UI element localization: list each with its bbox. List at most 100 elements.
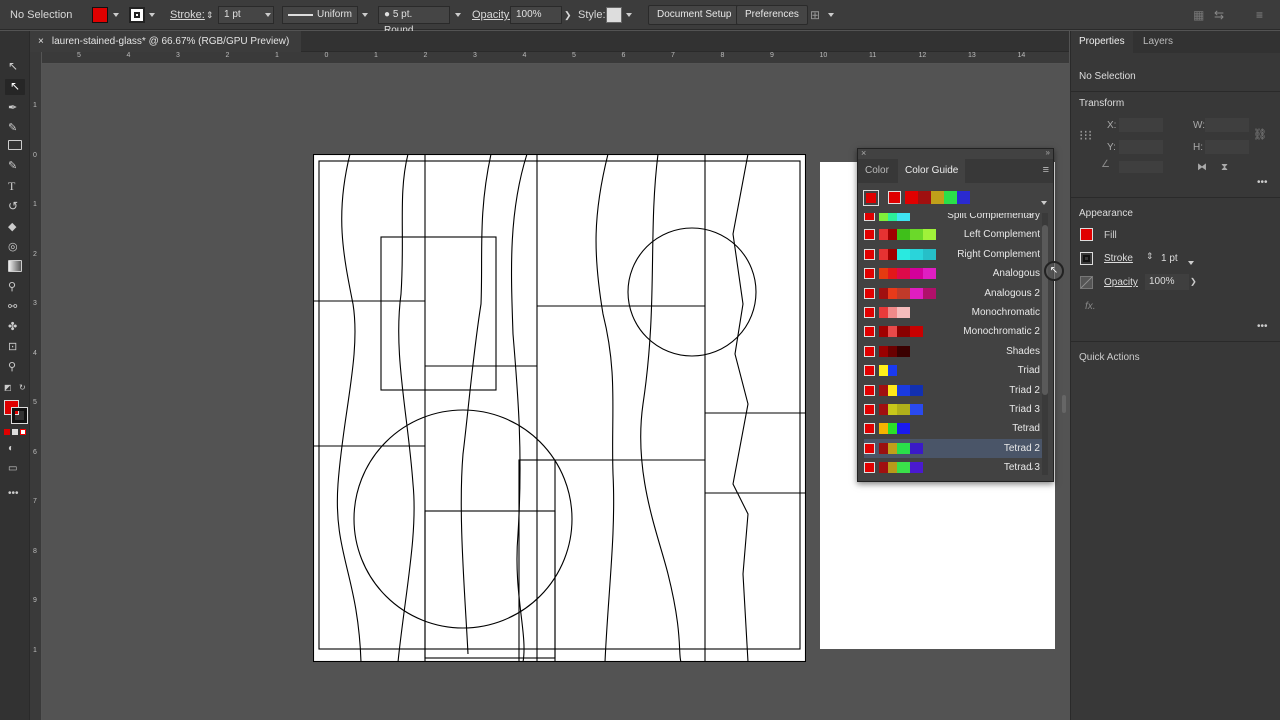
stroke-color-swatch[interactable] [1080,252,1093,265]
type-tool-icon[interactable]: T [8,179,22,193]
rotate-angle-icon[interactable]: ∠ [1101,159,1110,170]
draw-mode-icon[interactable]: ◐ [8,443,22,455]
workspace-icon[interactable]: ▦ [1193,0,1204,30]
arrange-icon[interactable]: ⊞ [810,0,820,30]
eraser-tool-icon[interactable]: ◆ [8,220,22,233]
scroll-down-icon[interactable]: ⌄ [1028,463,1035,472]
gradient-tool-icon[interactable] [8,260,22,272]
brush-select[interactable]: ● 5 pt. Round [378,6,450,36]
paintbrush-tool-icon[interactable]: ✎ [8,159,22,172]
tab-color[interactable]: Color [858,159,896,183]
default-colors-icon[interactable]: ◩ [4,383,12,392]
panel-close-icon[interactable]: × [861,148,866,158]
document-tab[interactable]: × lauren-stained-glass* @ 66.67% (RGB/GPU… [30,31,302,52]
fill-color-swatch[interactable] [1080,228,1093,241]
selection-tool-icon[interactable]: ↖ [8,59,22,73]
harmony-color-chip[interactable] [944,191,957,204]
pen-tool-icon[interactable]: ✒ [8,101,22,114]
curvature-tool-icon[interactable]: ✎ [8,121,22,134]
w-field[interactable] [1205,118,1249,132]
stroke-label[interactable]: Stroke: [170,0,205,30]
harmony-color-chip[interactable] [931,191,944,204]
reference-point-icon[interactable]: ⁝⁝⁝ [1079,127,1092,144]
harmony-rule-row[interactable]: Right Complement [864,245,1043,264]
harmony-rule-row[interactable]: Monochromatic 2 [864,322,1043,341]
eyedropper-tool-icon[interactable]: ⚲ [8,280,22,293]
harmony-color-chip[interactable] [957,191,970,204]
zoom-tool-icon[interactable]: ⚲ [8,360,22,373]
harmony-rules-list[interactable]: Split Complementary Left Complement Right … [858,213,1043,477]
stroke-stepper[interactable]: ⇕ [206,0,214,30]
opacity-expand-icon[interactable]: ❯ [1190,277,1197,286]
tab-layers[interactable]: Layers [1143,31,1173,53]
stroke-weight-dropdown[interactable] [265,0,271,30]
harmony-rule-row[interactable]: Left Complement [864,225,1043,244]
fill-dropdown[interactable] [113,0,119,30]
document-setup-button[interactable]: Document Setup [648,5,741,25]
gradient-mode-icon[interactable] [12,429,18,435]
rotate-tool-icon[interactable]: ↺ [8,199,22,213]
preferences-button[interactable]: Preferences [736,5,808,25]
x-field[interactable] [1119,118,1163,132]
shape-builder-icon[interactable]: ◎ [8,240,22,253]
scrollbar-track[interactable] [1042,213,1048,475]
harmony-color-strip[interactable] [888,191,970,204]
opacity-arrow-icon[interactable]: ❯ [564,0,572,30]
harmony-rule-row[interactable]: Analogous [864,264,1043,283]
color-mode-icon[interactable] [4,429,10,435]
stroke-profile-select[interactable]: Uniform [282,6,358,24]
constrain-proportions-icon[interactable]: ⛓ [1253,128,1267,141]
tab-properties[interactable]: Properties [1071,31,1133,53]
none-mode-icon[interactable] [20,429,26,435]
stroke-weight-dropdown-props[interactable] [1188,256,1194,268]
stroke-weight-value[interactable]: 1 pt [1161,253,1178,264]
style-dropdown[interactable] [626,0,632,30]
arrange-dropdown[interactable] [828,0,834,30]
panel-collapse-icon[interactable]: » [1046,148,1050,157]
harmony-rules-dropdown[interactable] [1041,196,1047,208]
harmony-rule-row[interactable]: Monochromatic [864,303,1043,322]
more-tools-icon[interactable]: ••• [8,488,22,500]
opacity-link[interactable]: Opacity [1104,277,1138,288]
harmony-color-chip[interactable] [918,191,931,204]
transform-more-icon[interactable]: ••• [1257,177,1268,188]
harmony-rule-row[interactable]: Tetrad [864,419,1043,438]
fill-swatch[interactable] [92,0,108,30]
base-color-swatch[interactable] [863,190,879,206]
harmony-rule-row[interactable]: Shades [864,342,1043,361]
style-swatch[interactable] [606,0,622,30]
scrollbar-thumb[interactable] [1042,225,1048,395]
arrange-docs-icon[interactable]: ⇆ [1214,0,1224,30]
rectangle-tool-icon[interactable] [8,140,22,150]
panel-menu-icon[interactable]: ≡ [1256,0,1263,30]
harmony-rule-row[interactable]: Split Complementary [864,213,1043,225]
harmony-color-chip[interactable] [888,191,901,204]
artboard-main[interactable] [313,154,806,662]
artboard-tool-icon[interactable]: ⊡ [8,340,22,353]
opacity-field[interactable]: 100% [510,6,562,24]
opacity-value-field[interactable]: 100% [1145,274,1189,290]
screen-mode-icon[interactable]: ▭ [8,463,22,475]
tab-color-guide[interactable]: Color Guide [898,159,966,183]
blend-tool-icon[interactable]: ⚯ [8,300,22,313]
rotate-field[interactable] [1119,161,1163,173]
scroll-up-icon[interactable]: ⌃ [1028,213,1035,222]
harmony-rule-row[interactable]: Analogous 2 [864,284,1043,303]
brush-dropdown[interactable] [455,0,461,30]
symbol-sprayer-icon[interactable]: ✤ [8,320,22,333]
harmony-rule-row[interactable]: Triad 3 [864,400,1043,419]
stroke-swatch-dropdown[interactable] [149,0,155,30]
stroke-color-box[interactable] [12,408,27,423]
harmony-rule-row[interactable]: Triad [864,361,1043,380]
y-field[interactable] [1119,140,1163,154]
harmony-rule-row[interactable]: Triad 2 [864,381,1043,400]
stroke-weight-stepper[interactable]: ⇕ [1146,251,1154,262]
stroke-swatch[interactable] [129,0,145,30]
panel-menu-icon[interactable]: ≡ [1043,164,1049,176]
h-field[interactable] [1205,140,1249,154]
swap-colors-icon[interactable]: ↻ [19,383,26,392]
opacity-label[interactable]: Opacity: [472,0,512,30]
stroke-profile-dropdown[interactable] [362,0,368,30]
stroke-link[interactable]: Stroke [1104,253,1133,264]
harmony-rule-row[interactable]: Tetrad 2 [864,438,1043,458]
